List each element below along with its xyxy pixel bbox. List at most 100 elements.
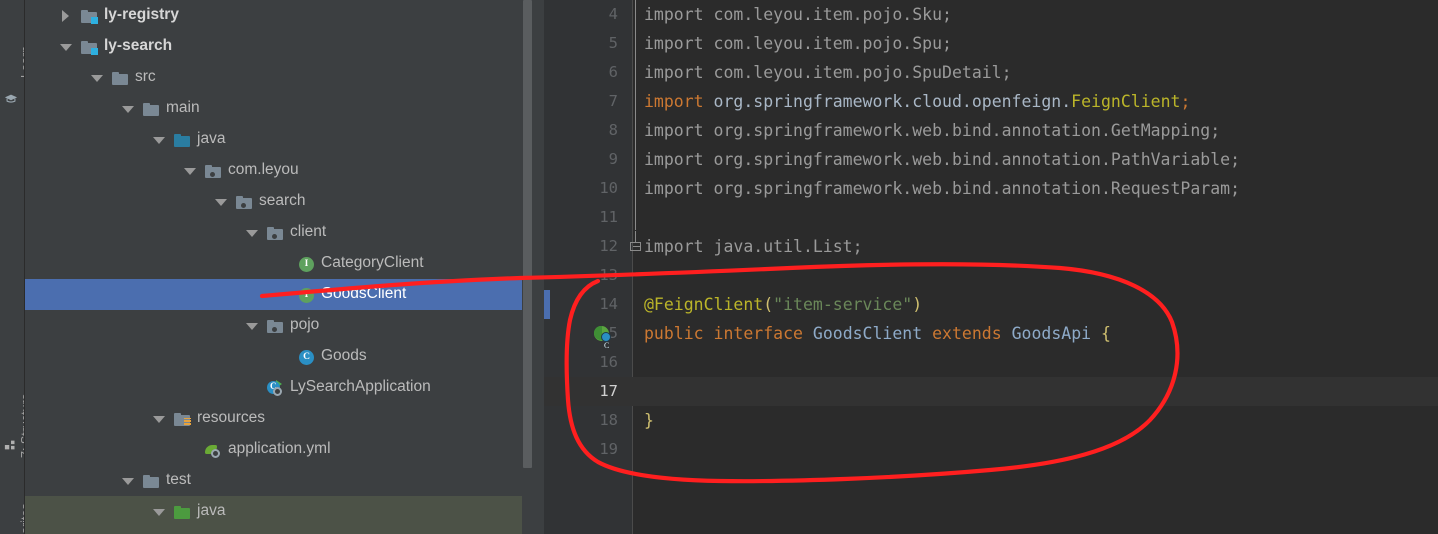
line-number: 6 — [608, 63, 618, 81]
code-line-text: public interface GoodsClient extends Goo… — [644, 319, 1111, 348]
tree-node-label: ly-registry — [104, 6, 179, 23]
code-token: GoodsClient — [812, 324, 933, 343]
folder-icon — [111, 69, 129, 87]
tree-node-java[interactable]: java — [25, 496, 533, 527]
implemented-by-gutter-icon[interactable] — [594, 326, 611, 360]
idea-window: Learn 7: Structure orites ly-registry ly-… — [0, 0, 1438, 534]
code-line[interactable]: 6 import com.leyou.item.pojo.SpuDetail; — [544, 58, 1438, 87]
line-number: 13 — [599, 266, 618, 284]
tree-node-label: pojo — [290, 316, 320, 333]
code-token: import org.springframework.web.bind.anno… — [644, 179, 1241, 198]
tree-node-categoryclient[interactable]: I CategoryClient — [25, 248, 533, 279]
code-line[interactable]: 16 — [544, 348, 1438, 377]
chevron-down-icon[interactable] — [59, 40, 72, 53]
code-line-text: import org.springframework.web.bind.anno… — [644, 174, 1240, 203]
code-line-text: import org.springframework.web.bind.anno… — [644, 116, 1220, 145]
spring-yaml-icon — [204, 441, 222, 459]
tree-node-main[interactable]: main — [25, 93, 533, 124]
code-line-text: } — [644, 406, 654, 435]
project-tree-scrollbar[interactable] — [522, 0, 533, 534]
tree-node-application-yml[interactable]: application.yml — [25, 434, 533, 465]
project-tree-panel[interactable]: ly-registry ly-search src main java com.leyou… — [25, 0, 533, 534]
tree-node-ly-registry[interactable]: ly-registry — [25, 0, 533, 31]
code-line[interactable]: 9 import org.springframework.web.bind.ann… — [544, 145, 1438, 174]
code-line[interactable]: 7 import org.springframework.cloud.openfe… — [544, 87, 1438, 116]
graduation-cap-icon — [4, 94, 18, 103]
tree-node-label: main — [166, 99, 200, 116]
left-tool-strip: Learn 7: Structure orites — [0, 0, 25, 534]
code-line[interactable]: 18} — [544, 406, 1438, 435]
tree-node-label: java — [197, 130, 226, 147]
interface-icon: I — [297, 255, 315, 273]
resources-folder-icon — [173, 410, 191, 428]
line-number: 7 — [608, 92, 618, 110]
chevron-down-icon[interactable] — [121, 474, 134, 487]
chevron-down-icon[interactable] — [152, 412, 165, 425]
code-line[interactable]: 5 import com.leyou.item.pojo.Spu; — [544, 29, 1438, 58]
tree-node-ly-search[interactable]: ly-search — [25, 31, 533, 62]
line-number: 19 — [599, 440, 618, 458]
tree-node-lysearchapplication[interactable]: LySearchApplication — [25, 372, 533, 403]
chevron-right-icon[interactable] — [59, 9, 72, 22]
code-line[interactable]: 17 — [544, 377, 1438, 406]
tree-node-label: src — [135, 68, 156, 85]
tree-node-label: com.leyou — [228, 161, 299, 178]
scrollbar-thumb[interactable] — [523, 0, 532, 468]
code-line-text: @FeignClient("item-service") — [644, 290, 922, 319]
code-token: @FeignClient — [644, 295, 764, 314]
tree-node-label: test — [166, 471, 191, 488]
code-token: import — [644, 92, 714, 111]
tree-node-goodsclient[interactable]: I GoodsClient — [25, 279, 533, 310]
code-token: import org.springframework.web.bind.anno… — [644, 121, 1221, 140]
tree-node-pojo[interactable]: pojo — [25, 310, 533, 341]
chevron-down-icon[interactable] — [90, 71, 103, 84]
tree-node-label: ly-search — [104, 37, 173, 54]
code-line[interactable]: 15public interface GoodsClient extends G… — [544, 319, 1438, 360]
code-line[interactable]: 8 import org.springframework.web.bind.ann… — [544, 116, 1438, 145]
code-token: org.springframework.cloud.openfeign. — [713, 92, 1072, 111]
tree-node-com-leyou[interactable]: com.leyou — [25, 155, 533, 186]
code-token: import com.leyou.item.pojo.Spu; — [644, 34, 952, 53]
tree-node-label: Goods — [321, 347, 367, 364]
chevron-down-icon[interactable] — [152, 133, 165, 146]
chevron-down-icon[interactable] — [245, 226, 258, 239]
tree-node-java[interactable]: java — [25, 124, 533, 155]
code-fold-collapse-icon[interactable] — [630, 231, 643, 252]
code-line[interactable]: 13 — [544, 261, 1438, 290]
code-line[interactable]: 11 — [544, 203, 1438, 232]
code-editor[interactable]: 4 import com.leyou.item.pojo.Sku; 5 import … — [544, 0, 1438, 534]
code-line[interactable]: 12 import java.util.List; — [544, 231, 1438, 261]
tree-node-com-leyou-search-client[interactable]: com.leyou.search.client — [25, 527, 533, 534]
code-line[interactable]: 14 @FeignClient("item-service") — [544, 290, 1438, 319]
chevron-down-icon[interactable] — [152, 505, 165, 518]
folder-icon — [142, 472, 160, 490]
folder-icon — [142, 100, 160, 118]
tree-node-client[interactable]: client — [25, 217, 533, 248]
source-root-icon — [173, 131, 191, 149]
structure-icon — [4, 440, 15, 450]
tree-node-label: CategoryClient — [321, 254, 424, 271]
tree-node-search[interactable]: search — [25, 186, 533, 217]
code-line-text: import com.leyou.item.pojo.Sku; — [644, 0, 952, 29]
tree-node-test[interactable]: test — [25, 465, 533, 496]
chevron-down-icon[interactable] — [183, 164, 196, 177]
code-line[interactable]: 19 — [544, 435, 1438, 464]
code-line-text: import java.util.List; — [644, 232, 863, 261]
code-line[interactable]: 10 import org.springframework.web.bind.an… — [544, 174, 1438, 203]
code-line[interactable]: 4 import com.leyou.item.pojo.Sku; — [544, 0, 1438, 29]
tree-node-goods[interactable]: C Goods — [25, 341, 533, 372]
tree-node-resources[interactable]: resources — [25, 403, 533, 434]
editor-code-lines[interactable]: 4 import com.leyou.item.pojo.Sku; 5 import … — [544, 0, 1438, 534]
tree-node-label: search — [259, 192, 306, 209]
line-number: 16 — [599, 353, 618, 371]
code-line-text: import com.leyou.item.pojo.SpuDetail; — [644, 58, 1012, 87]
chevron-down-icon[interactable] — [214, 195, 227, 208]
tree-node-src[interactable]: src — [25, 62, 533, 93]
chevron-down-icon[interactable] — [121, 102, 134, 115]
code-token: FeignClient — [1071, 92, 1181, 111]
chevron-down-icon[interactable] — [245, 319, 258, 332]
